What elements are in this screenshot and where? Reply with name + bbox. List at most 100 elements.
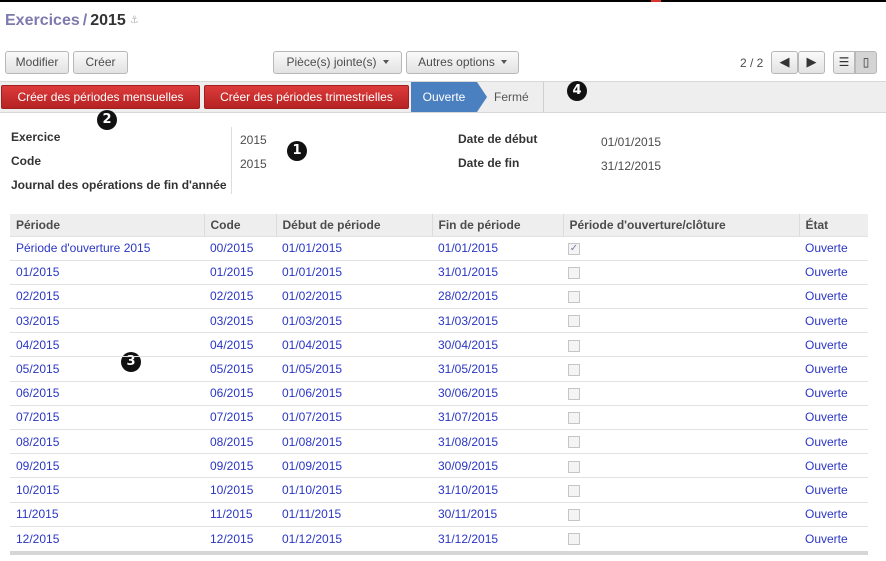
start-date-cell[interactable]: 01/06/2015: [276, 380, 432, 406]
create-monthly-periods-button[interactable]: Créer des périodes mensuelles: [1, 85, 200, 109]
period-cell[interactable]: 05/2015: [10, 356, 204, 382]
period-cell[interactable]: Période d'ouverture 2015: [10, 235, 204, 261]
period-cell[interactable]: 03/2015: [10, 308, 204, 333]
start-date-cell[interactable]: 01/10/2015: [276, 477, 432, 503]
period-cell[interactable]: 06/2015: [10, 380, 204, 406]
table-row[interactable]: 11/2015 11/2015 01/11/2015 30/11/2015 Ouvert…: [10, 501, 868, 527]
end-date-cell[interactable]: 31/12/2015: [432, 525, 563, 551]
more-options-dropdown[interactable]: Autres options: [406, 51, 519, 74]
code-cell[interactable]: 12/2015: [204, 525, 276, 551]
table-row[interactable]: 05/2015 05/2015 01/05/2015 31/05/2015 Ouvert…: [10, 356, 868, 382]
period-cell[interactable]: 10/2015: [10, 477, 204, 503]
checked-checkbox: ✓: [568, 242, 580, 255]
code-cell[interactable]: 00/2015: [204, 235, 276, 261]
form-view-button[interactable]: ▯: [855, 51, 877, 74]
column-header-code[interactable]: Code: [203, 214, 276, 236]
start-date-cell[interactable]: 01/03/2015: [276, 308, 432, 333]
breadcrumb-parent-link[interactable]: Exercices: [5, 12, 80, 29]
period-cell[interactable]: 07/2015: [10, 404, 204, 430]
start-date-cell[interactable]: 01/12/2015: [276, 525, 432, 551]
create-button[interactable]: Créer: [73, 51, 128, 74]
state-cell[interactable]: Ouverte: [799, 332, 868, 357]
start-date-cell[interactable]: 01/07/2015: [276, 404, 432, 430]
code-cell[interactable]: 01/2015: [204, 259, 276, 285]
state-cell[interactable]: Ouverte: [799, 308, 868, 333]
attachments-dropdown[interactable]: Pièce(s) jointe(s): [273, 51, 402, 74]
state-cell[interactable]: Ouverte: [799, 404, 868, 430]
period-cell[interactable]: 02/2015: [10, 283, 204, 309]
period-cell[interactable]: 04/2015: [10, 332, 204, 357]
table-row[interactable]: 04/2015 04/2015 01/04/2015 30/04/2015 Ouvert…: [10, 332, 868, 357]
table-row[interactable]: 09/2015 09/2015 01/09/2015 30/09/2015 Ouvert…: [10, 453, 868, 478]
column-header-state[interactable]: État: [798, 214, 868, 236]
end-date-cell[interactable]: 30/11/2015: [432, 501, 563, 527]
create-quarterly-periods-button[interactable]: Créer des périodes trimestrielles: [204, 85, 409, 109]
end-date-cell[interactable]: 30/04/2015: [432, 332, 563, 357]
next-record-button[interactable]: ▶: [798, 51, 825, 74]
stage-closed[interactable]: Fermé: [494, 82, 529, 112]
code-cell[interactable]: 04/2015: [204, 332, 276, 357]
state-cell[interactable]: Ouverte: [799, 235, 868, 261]
state-cell[interactable]: Ouverte: [799, 477, 868, 503]
table-row[interactable]: 02/2015 02/2015 01/02/2015 28/02/2015 Ouvert…: [10, 283, 868, 309]
column-header-start[interactable]: Début de période: [275, 214, 432, 236]
end-date-cell[interactable]: 31/01/2015: [432, 259, 563, 285]
start-date-cell[interactable]: 01/05/2015: [276, 356, 432, 382]
table-row[interactable]: 12/2015 12/2015 01/12/2015 31/12/2015 Ouvert…: [10, 525, 868, 551]
start-date-cell[interactable]: 01/04/2015: [276, 332, 432, 357]
table-row[interactable]: 06/2015 06/2015 01/06/2015 30/06/2015 Ouvert…: [10, 380, 868, 406]
code-cell[interactable]: 02/2015: [204, 283, 276, 309]
start-date-cell[interactable]: 01/02/2015: [276, 283, 432, 309]
table-row[interactable]: 07/2015 07/2015 01/07/2015 31/07/2015 Ouvert…: [10, 404, 868, 430]
state-cell[interactable]: Ouverte: [799, 356, 868, 382]
end-date-cell[interactable]: 31/07/2015: [432, 404, 563, 430]
table-row[interactable]: 10/2015 10/2015 01/10/2015 31/10/2015 Ouvert…: [10, 477, 868, 503]
state-cell[interactable]: Ouverte: [799, 428, 868, 454]
start-date-cell[interactable]: 01/01/2015: [276, 235, 432, 261]
column-header-opening-closing[interactable]: Période d'ouverture/clôture: [562, 214, 799, 236]
period-cell[interactable]: 12/2015: [10, 525, 204, 551]
table-row[interactable]: Période d'ouverture 2015 00/2015 01/01/201…: [10, 235, 868, 261]
end-date-cell[interactable]: 30/06/2015: [432, 380, 563, 406]
state-cell[interactable]: Ouverte: [799, 259, 868, 285]
end-date-cell[interactable]: 31/05/2015: [432, 356, 563, 382]
state-cell[interactable]: Ouverte: [799, 380, 868, 406]
code-cell[interactable]: 05/2015: [204, 356, 276, 382]
end-date-cell[interactable]: 30/09/2015: [432, 453, 563, 478]
end-date-cell[interactable]: 31/10/2015: [432, 477, 563, 503]
code-cell[interactable]: 06/2015: [204, 380, 276, 406]
start-date-cell[interactable]: 01/11/2015: [276, 501, 432, 527]
state-cell[interactable]: Ouverte: [799, 283, 868, 309]
table-row[interactable]: 03/2015 03/2015 01/03/2015 31/03/2015 Ouvert…: [10, 308, 868, 333]
period-cell[interactable]: 09/2015: [10, 453, 204, 478]
period-cell[interactable]: 01/2015: [10, 259, 204, 285]
start-date-cell[interactable]: 01/09/2015: [276, 453, 432, 478]
list-view-button[interactable]: ☰: [833, 51, 855, 74]
start-date-cell[interactable]: 01/01/2015: [276, 259, 432, 285]
end-date-cell[interactable]: 28/02/2015: [432, 283, 563, 309]
previous-record-button[interactable]: ◀: [771, 51, 798, 74]
code-cell[interactable]: 09/2015: [204, 453, 276, 478]
state-cell[interactable]: Ouverte: [799, 501, 868, 527]
end-date-cell[interactable]: 31/08/2015: [432, 428, 563, 454]
stage-open[interactable]: Ouverte: [411, 82, 477, 112]
code-cell[interactable]: 03/2015: [204, 308, 276, 333]
code-cell[interactable]: 07/2015: [204, 404, 276, 430]
column-header-end[interactable]: Fin de période: [431, 214, 563, 236]
state-cell[interactable]: Ouverte: [799, 453, 868, 478]
period-cell[interactable]: 08/2015: [10, 428, 204, 454]
end-date-cell[interactable]: 01/01/2015: [432, 235, 563, 261]
period-cell[interactable]: 11/2015: [10, 501, 204, 527]
code-cell[interactable]: 10/2015: [204, 477, 276, 503]
column-header-period[interactable]: Période: [10, 214, 204, 236]
start-date-cell[interactable]: 01/08/2015: [276, 428, 432, 454]
window-top-border: [0, 0, 886, 2]
code-cell[interactable]: 11/2015: [204, 501, 276, 527]
table-row[interactable]: 08/2015 08/2015 01/08/2015 31/08/2015 Ouvert…: [10, 428, 868, 454]
end-date-cell[interactable]: 31/03/2015: [432, 308, 563, 333]
state-cell[interactable]: Ouverte: [799, 525, 868, 551]
edit-button[interactable]: Modifier: [5, 51, 69, 74]
table-row[interactable]: 01/2015 01/2015 01/01/2015 31/01/2015 Ouvert…: [10, 259, 868, 285]
anchor-icon[interactable]: ⚓: [130, 15, 139, 26]
code-cell[interactable]: 08/2015: [204, 428, 276, 454]
